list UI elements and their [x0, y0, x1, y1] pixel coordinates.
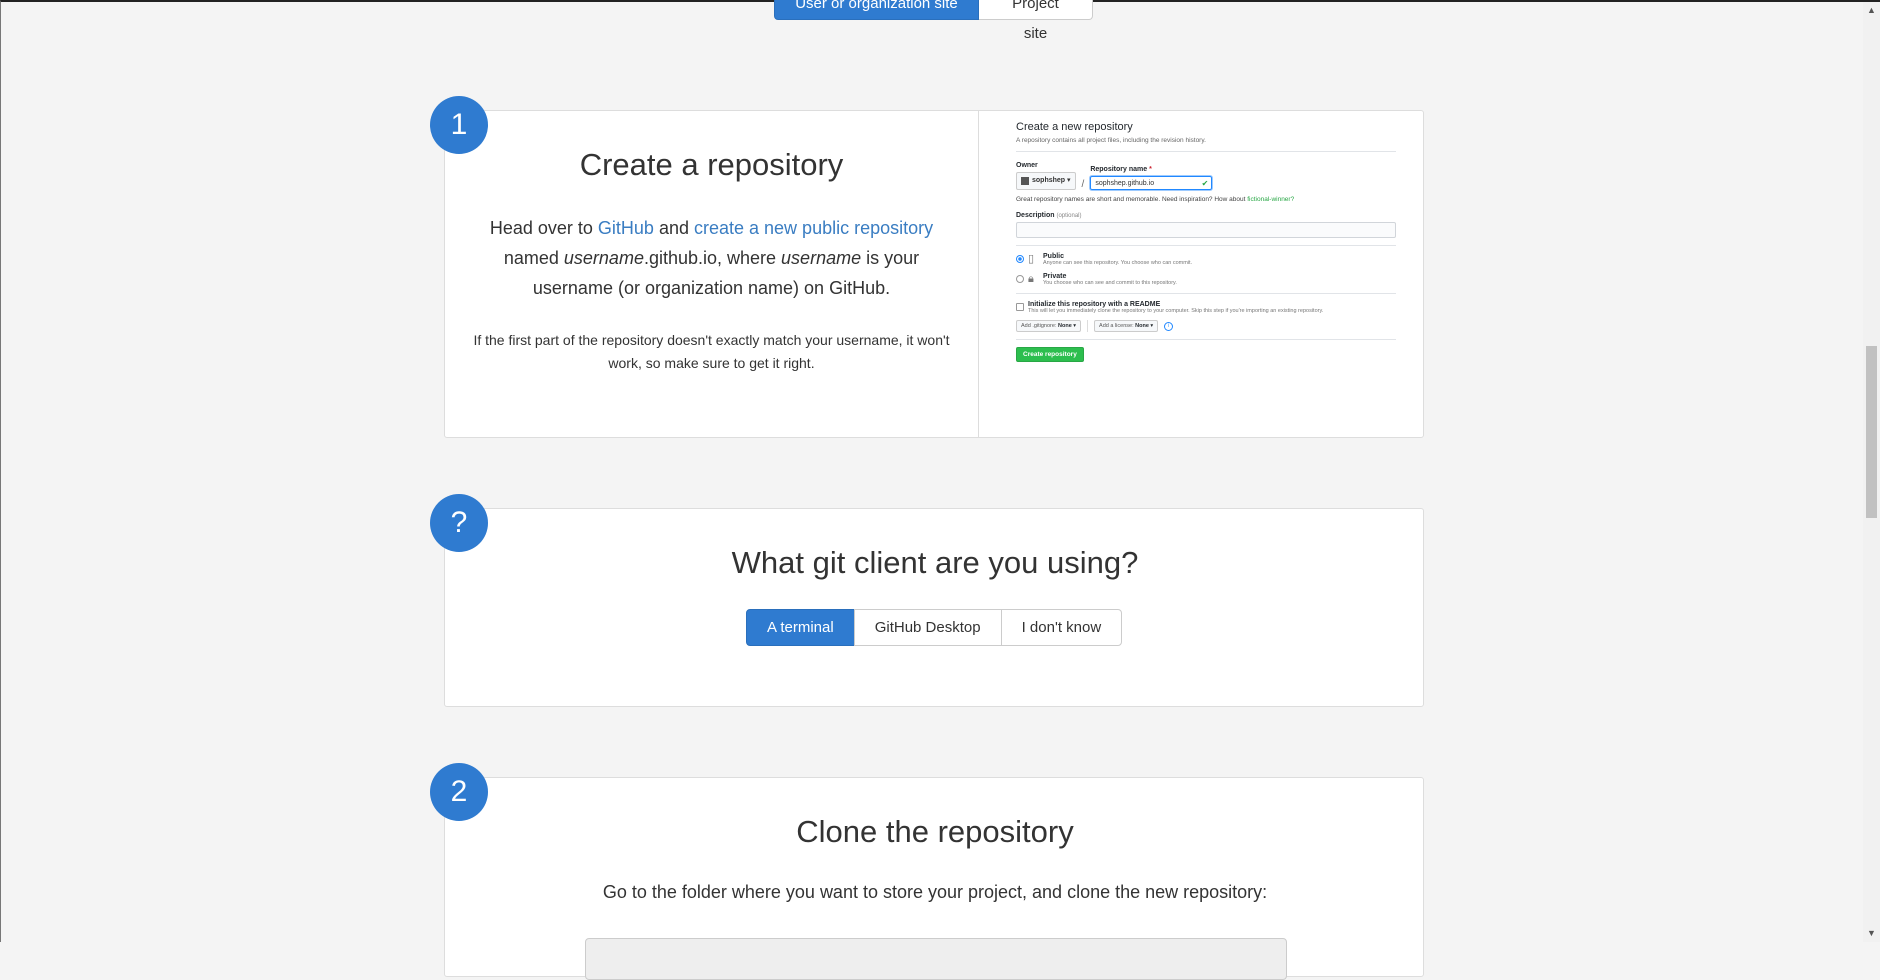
vertical-scrollbar[interactable]: ▲ ▼	[1863, 2, 1880, 942]
mock-license-select: Add a license: None ▾	[1094, 320, 1159, 332]
option-dont-know[interactable]: I don't know	[1000, 609, 1123, 646]
step-create-repository-card: Create a repository Head over to GitHub …	[444, 110, 1424, 438]
mock-repo-name-input: sophshep.github.io ✔	[1090, 176, 1213, 190]
mock-subtitle: A repository contains all project files,…	[1016, 137, 1206, 144]
mock-divider	[1016, 151, 1396, 152]
step-title: Clone the repository	[796, 814, 1074, 849]
step-number-badge: 2	[430, 763, 488, 821]
git-client-selector: A terminal GitHub Desktop I don't know	[746, 609, 1123, 646]
site-type-toggle: User or organization site Project site	[774, 0, 1093, 42]
option-github-desktop[interactable]: GitHub Desktop	[853, 609, 1002, 646]
mock-title: Create a new repository	[1016, 121, 1133, 133]
mock-owner-repo-row: Owner sophshep ▾ / Repository name * sop…	[1016, 162, 1396, 190]
question-badge: ?	[430, 494, 488, 552]
scrollbar-thumb[interactable]	[1866, 346, 1877, 518]
option-terminal[interactable]: A terminal	[746, 609, 855, 646]
mock-public-option: ▯ Public Anyone can see this repository. …	[1016, 253, 1396, 266]
mock-private-option: 🔒︎ Private You choose who can see and com…	[1016, 273, 1396, 286]
repo-icon: ▯	[1028, 253, 1035, 265]
project-site-button[interactable]: Project site	[979, 0, 1093, 42]
code-block	[585, 938, 1287, 980]
github-link[interactable]: GitHub	[598, 218, 654, 238]
mock-description-label: Description (optional)	[1016, 212, 1082, 219]
panel-divider	[978, 111, 979, 437]
radio-selected-icon	[1016, 255, 1024, 263]
step-note: If the first part of the repository does…	[473, 332, 950, 371]
mock-description-input	[1016, 222, 1396, 238]
git-client-card: What git client are you using? A termina…	[444, 508, 1424, 707]
mock-gitignore-select: Add .gitignore: None ▾	[1016, 320, 1082, 332]
step-number-badge: 1	[430, 96, 488, 154]
mock-create-repository-button: Create repository	[1016, 347, 1084, 362]
radio-icon	[1016, 275, 1024, 283]
mock-suggestion: fictional-winner?	[1247, 196, 1295, 203]
user-org-site-button[interactable]: User or organization site	[774, 0, 979, 20]
step-text-panel: Create a repository Head over to GitHub …	[445, 111, 978, 437]
step-instructions: Head over to GitHub and create a new pub…	[489, 218, 934, 298]
lock-icon: 🔒︎	[1028, 273, 1034, 285]
mock-init-readme: Initialize this repository with a README…	[1016, 301, 1396, 314]
avatar	[1021, 177, 1029, 185]
mock-repo-label: Repository name *	[1090, 166, 1152, 173]
mock-name-hint: Great repository names are short and mem…	[1016, 196, 1295, 203]
create-repo-link[interactable]: create a new public repository	[694, 218, 933, 238]
question-title: What git client are you using?	[731, 545, 1139, 580]
scroll-down-icon[interactable]: ▼	[1863, 925, 1880, 942]
step-instructions: Go to the folder where you want to store…	[602, 882, 1268, 902]
mock-owner-select: sophshep ▾	[1016, 172, 1076, 190]
mock-selects-row: Add .gitignore: None ▾ Add a license: No…	[1016, 320, 1396, 332]
checkbox-icon	[1016, 303, 1024, 311]
check-icon: ✔	[1201, 179, 1209, 188]
step-clone-repository-card: Clone the repository Go to the folder wh…	[444, 777, 1424, 980]
scroll-up-icon[interactable]: ▲	[1863, 2, 1880, 19]
step-title: Create a repository	[579, 147, 844, 182]
info-icon: i	[1164, 321, 1174, 331]
mock-owner-label: Owner	[1016, 162, 1038, 169]
github-new-repo-screenshot: Create a new repository A repository con…	[1016, 119, 1396, 362]
mock-slash: /	[1081, 179, 1085, 190]
